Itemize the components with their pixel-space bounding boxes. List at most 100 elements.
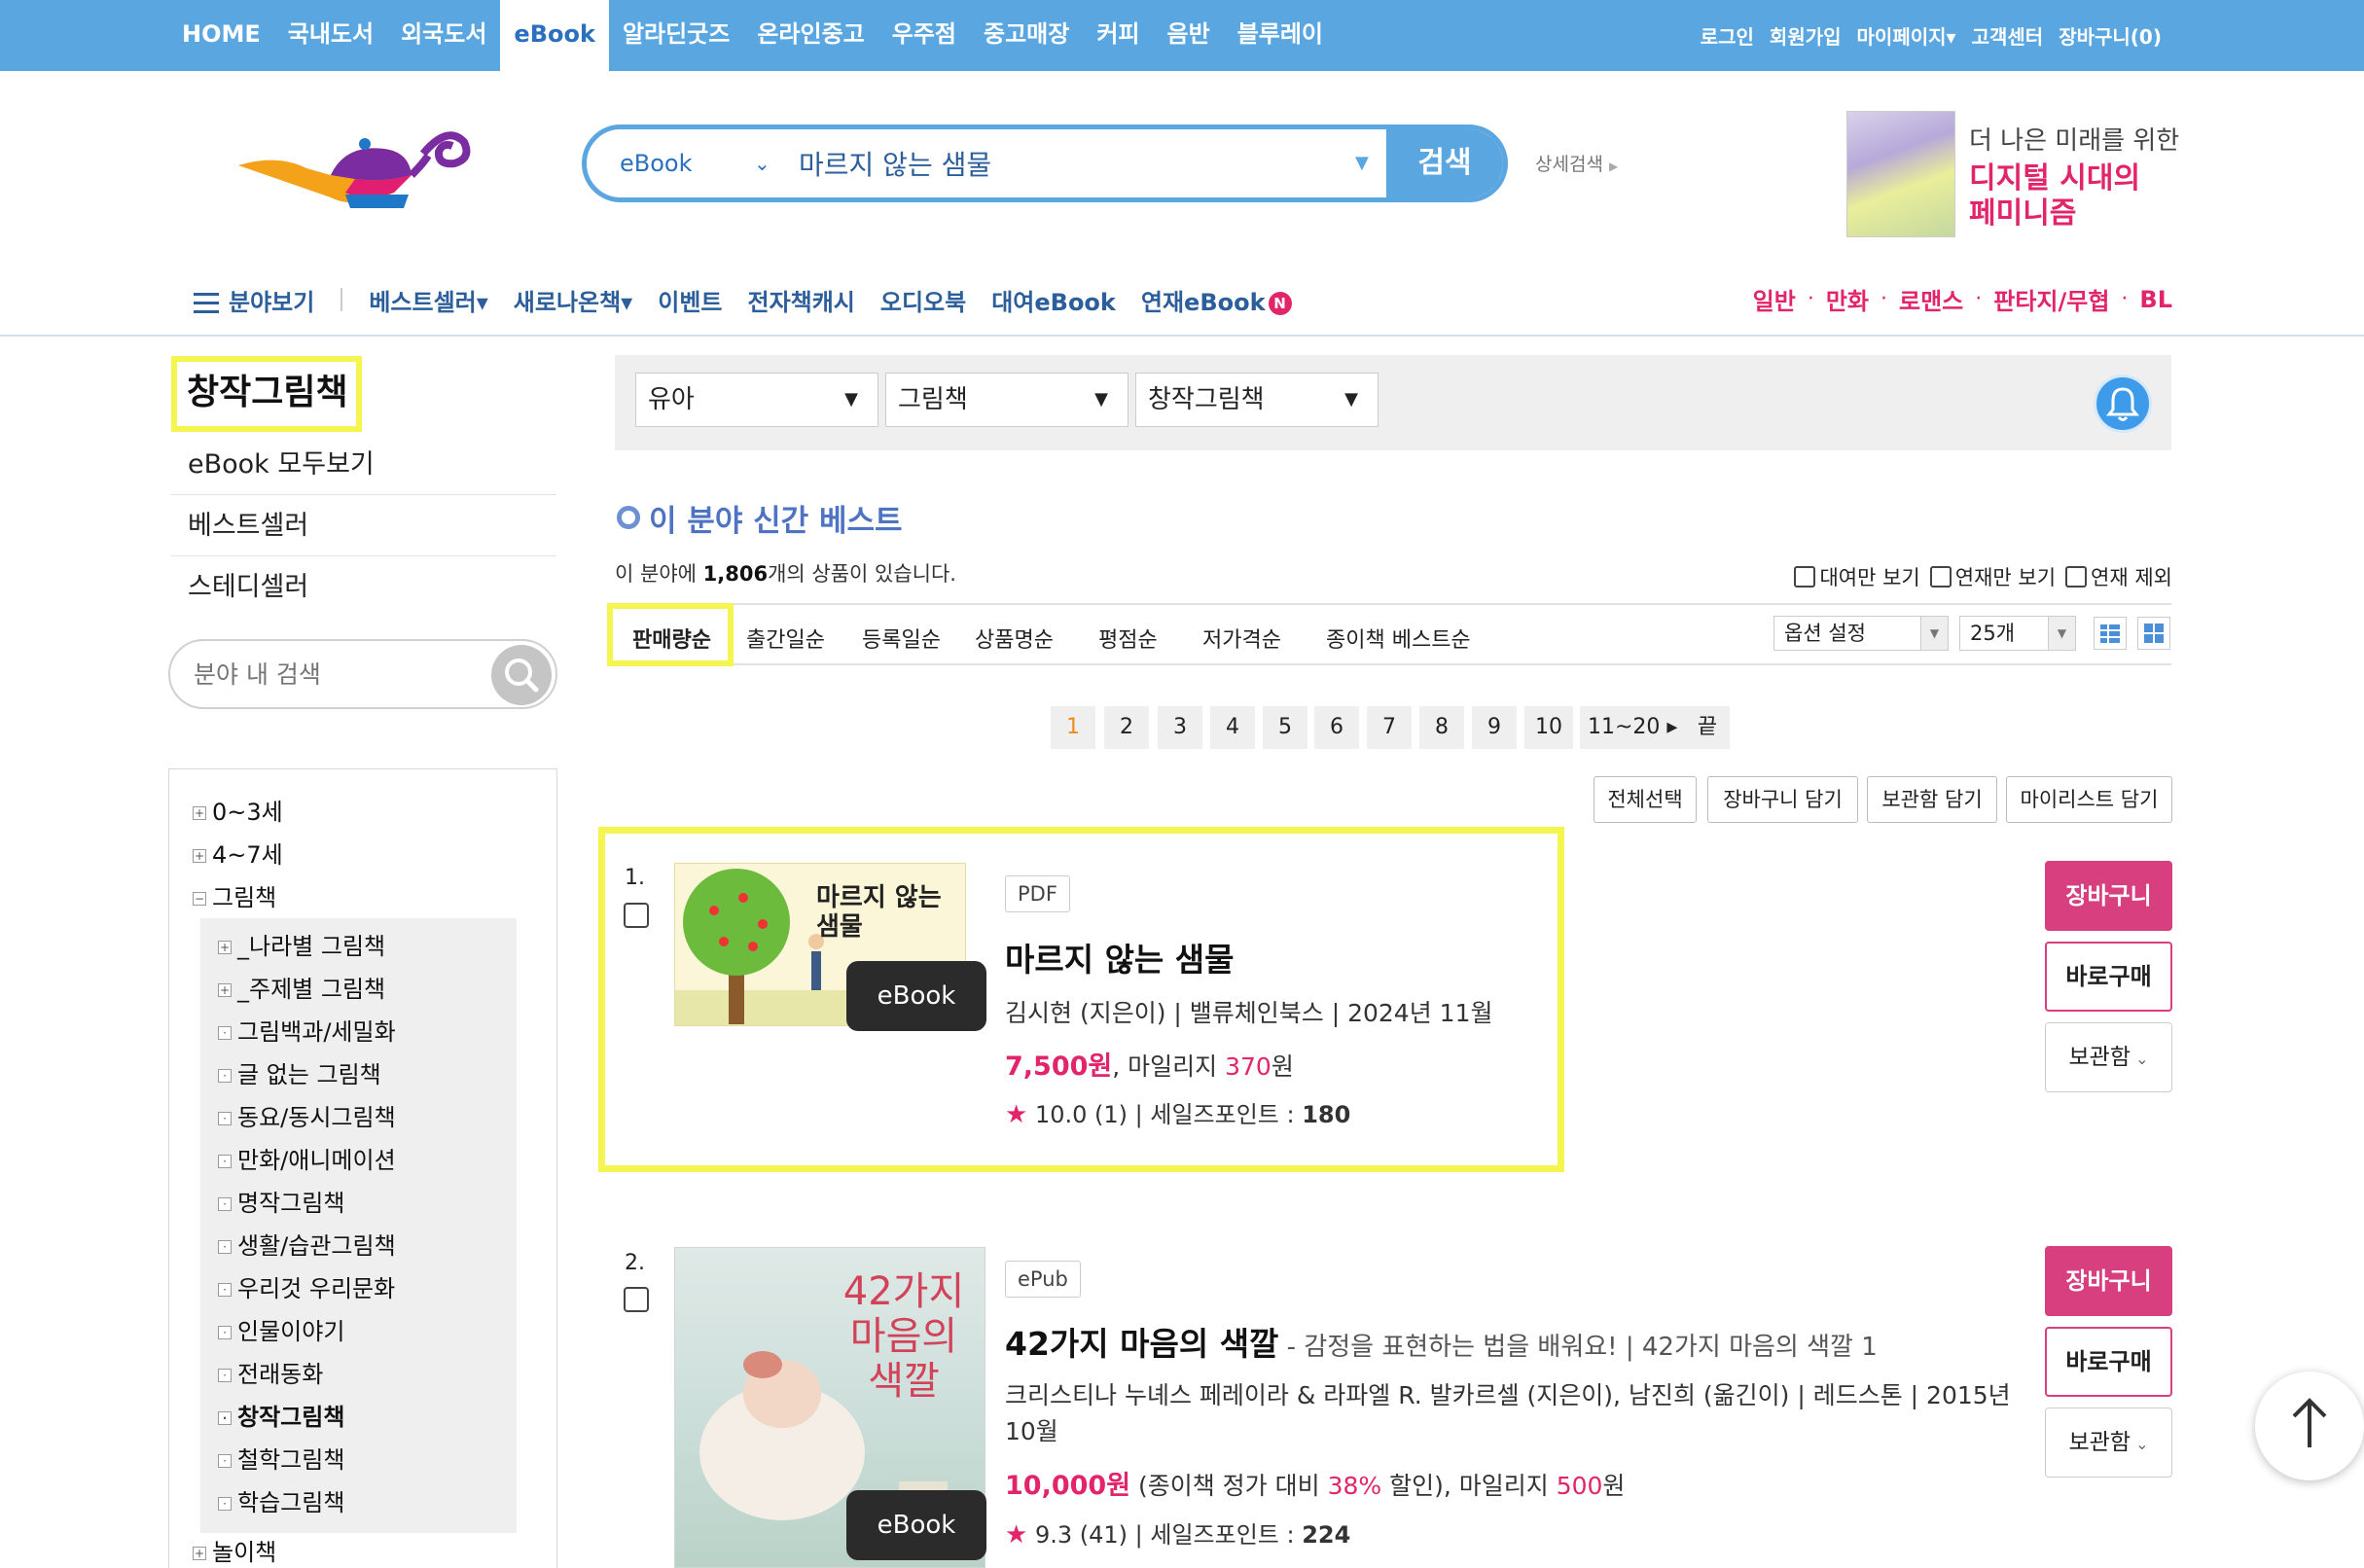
item-checkbox[interactable] — [624, 903, 649, 928]
page-8[interactable]: 8 — [1419, 706, 1464, 749]
page-next-group[interactable]: 11~20 ▸ — [1580, 706, 1686, 749]
aladin-logo[interactable] — [238, 115, 477, 222]
page-size-select[interactable]: 25개 ▼ — [1959, 616, 2076, 651]
search-button[interactable]: 검색 — [1386, 129, 1503, 197]
subtree-item[interactable]: · 철학그림책 — [218, 1441, 344, 1475]
promo-book-cover[interactable] — [1846, 111, 1955, 237]
topnav-space-store[interactable]: 우주점 — [878, 0, 970, 71]
topnav-foreign-books[interactable]: 외국도서 — [387, 0, 500, 71]
topnav-coffee[interactable]: 커피 — [1083, 0, 1153, 71]
rental-only-label[interactable]: 대여만 보기 — [1819, 562, 1919, 591]
tree-item-playbook[interactable]: + 놀이책 — [193, 1533, 276, 1567]
sort-by-regdate[interactable]: 등록일순 — [862, 623, 941, 654]
rating-count[interactable]: (1) — [1094, 1101, 1128, 1128]
subtree-item[interactable]: · 동요/동시그림책 — [218, 1098, 396, 1132]
expand-icon[interactable]: + — [218, 941, 232, 954]
topnav-used-store[interactable]: 중고매장 — [970, 0, 1083, 71]
dropdown-triangle-icon[interactable]: ▼ — [1355, 129, 1369, 197]
category-menu-button[interactable]: 분야보기 — [181, 283, 327, 317]
sort-by-sales[interactable]: 판매량순 — [632, 623, 711, 654]
page-3[interactable]: 3 — [1158, 706, 1202, 749]
promo-text-1[interactable]: 더 나은 미래를 위한 — [1969, 121, 2179, 157]
genre-fantasy[interactable]: 판타지/무협 — [1993, 282, 2109, 316]
genre-romance[interactable]: 로맨스 — [1899, 282, 1963, 316]
tree-item-0-3[interactable]: +0~3세 — [193, 793, 283, 827]
nav-bestseller[interactable]: 베스트셀러▾ — [356, 283, 500, 317]
cart-button[interactable]: 장바구니 — [2045, 1246, 2172, 1316]
search-input[interactable] — [799, 139, 1246, 188]
select-all-button[interactable]: 전체선택 — [1594, 776, 1697, 823]
nav-rental-ebook[interactable]: 대여eBook — [979, 283, 1128, 317]
buy-now-button[interactable]: 바로구매 — [2045, 1327, 2172, 1397]
buy-now-button[interactable]: 바로구매 — [2045, 942, 2172, 1012]
item-author-line[interactable]: 김시현 (지은이) | 밸류체인북스 | 2024년 11월 — [1005, 994, 1492, 1029]
customer-center-link[interactable]: 고객센터 — [1964, 21, 2052, 50]
item-author-line[interactable]: 크리스티나 누녜스 페레이라 & 라파엘 R. 발카르셀 (지은이), 남진희 … — [1005, 1377, 2017, 1449]
subtree-item-current[interactable]: · 창작그림책 — [218, 1398, 344, 1432]
topnav-ebook[interactable]: eBook — [500, 0, 609, 71]
search-category[interactable]: eBook — [620, 129, 693, 197]
genre-comics[interactable]: 만화 — [1826, 282, 1869, 316]
tree-item-4-7[interactable]: +4~7세 — [193, 836, 283, 870]
subtree-item[interactable]: · 글 없는 그림책 — [218, 1055, 381, 1089]
nav-audiobook[interactable]: 오디오북 — [868, 283, 979, 317]
page-2[interactable]: 2 — [1104, 706, 1149, 749]
nav-new-books[interactable]: 새로나온책▾ — [501, 283, 645, 317]
nav-serial-ebook[interactable]: 연재eBook N — [1128, 283, 1305, 317]
subtree-item[interactable]: · 명작그림책 — [218, 1184, 344, 1218]
list-view-icon[interactable] — [2094, 617, 2127, 650]
item-title[interactable]: 42가지 마음의 색깔 - 감정을 표현하는 법을 배워요! | 42가지 마음… — [1005, 1318, 1878, 1365]
subtree-item[interactable]: · 만화/애니메이션 — [218, 1141, 396, 1175]
genre-bl[interactable]: BL — [2139, 286, 2172, 313]
category-select-level3[interactable]: 창작그림책 ▼ — [1135, 373, 1379, 427]
sidebar-link-steadyseller[interactable]: 스테디셀러 — [170, 557, 556, 618]
subtree-item-by-country[interactable]: + _나라별 그림책 — [218, 927, 385, 961]
category-select-level1[interactable]: 유아 ▼ — [635, 373, 878, 427]
nav-ebook-cash[interactable]: 전자책캐시 — [734, 283, 867, 317]
advanced-search-link[interactable]: 상세검색 ▶ — [1535, 150, 1618, 176]
page-6[interactable]: 6 — [1314, 706, 1359, 749]
expand-icon[interactable]: + — [193, 849, 206, 863]
expand-icon[interactable]: + — [193, 1547, 206, 1560]
search-icon[interactable] — [491, 645, 552, 705]
subtree-item[interactable]: · 우리것 우리문화 — [218, 1269, 395, 1303]
add-to-mylist-button[interactable]: 마이리스트 담기 — [2006, 776, 2172, 823]
topnav-home[interactable]: HOME — [168, 0, 274, 71]
collapse-icon[interactable]: − — [193, 892, 206, 906]
expand-icon[interactable]: + — [218, 983, 232, 997]
sort-by-paper-bestseller[interactable]: 종이책 베스트순 — [1326, 623, 1471, 654]
sidebar-link-bestseller[interactable]: 베스트셀러 — [170, 496, 556, 556]
sort-by-pubdate[interactable]: 출간일순 — [746, 623, 825, 654]
page-1[interactable]: 1 — [1051, 706, 1095, 749]
page-5[interactable]: 5 — [1263, 706, 1307, 749]
expand-icon[interactable]: + — [193, 806, 206, 820]
sort-by-name[interactable]: 상품명순 — [975, 623, 1054, 654]
sort-by-lowprice[interactable]: 저가격순 — [1202, 623, 1281, 654]
rental-only-checkbox[interactable] — [1794, 566, 1816, 588]
page-last[interactable]: 끝 — [1685, 706, 1730, 749]
topnav-domestic-books[interactable]: 국내도서 — [274, 0, 387, 71]
tree-item-picturebook[interactable]: − 그림책 — [193, 878, 276, 912]
add-to-cart-button[interactable]: 장바구니 담기 — [1707, 776, 1858, 823]
page-10[interactable]: 10 — [1524, 706, 1573, 749]
exclude-serial-label[interactable]: 연재 제외 — [2091, 562, 2172, 591]
option-settings-select[interactable]: 옵션 설정 ▼ — [1773, 616, 1949, 651]
login-link[interactable]: 로그인 — [1693, 21, 1762, 50]
bell-icon[interactable] — [2094, 374, 2152, 433]
scroll-to-top-icon[interactable] — [2255, 1372, 2364, 1480]
chevron-down-icon[interactable]: ⌄ — [754, 129, 770, 197]
category-select-level2[interactable]: 그림책 ▼ — [885, 373, 1128, 427]
subtree-item[interactable]: · 학습그림책 — [218, 1483, 344, 1517]
exclude-serial-checkbox[interactable] — [2065, 566, 2088, 588]
mypage-link[interactable]: 마이페이지▾ — [1849, 21, 1964, 50]
subtree-item[interactable]: · 전래동화 — [218, 1355, 323, 1389]
rating-count[interactable]: (41) — [1080, 1521, 1128, 1549]
page-7[interactable]: 7 — [1367, 706, 1412, 749]
grid-view-icon[interactable] — [2137, 617, 2170, 650]
serial-only-checkbox[interactable] — [1929, 566, 1952, 588]
subtree-item[interactable]: · 그림백과/세밀화 — [218, 1013, 396, 1047]
topnav-music[interactable]: 음반 — [1154, 0, 1224, 71]
subtree-item-by-theme[interactable]: + _주제별 그림책 — [218, 970, 385, 1004]
topnav-goods[interactable]: 알라딘굿즈 — [609, 0, 743, 71]
cart-button[interactable]: 장바구니 — [2045, 861, 2172, 931]
